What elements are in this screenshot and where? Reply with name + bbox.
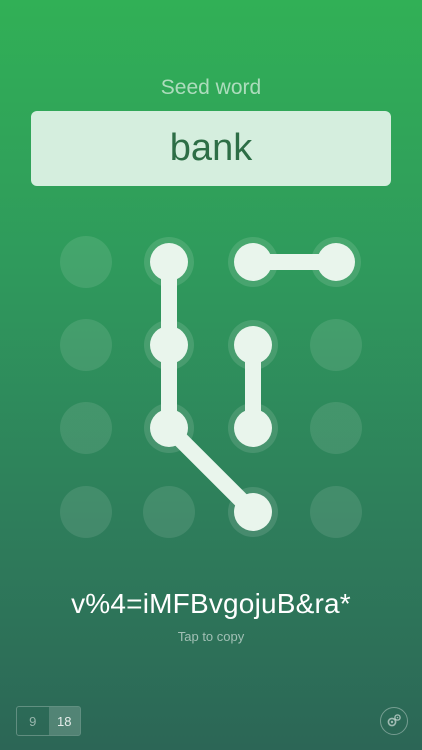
pattern-node-selected[interactable] (150, 326, 188, 364)
gears-icon (387, 714, 401, 727)
pattern-node-selected[interactable] (234, 493, 272, 531)
pattern-node-selected[interactable] (234, 243, 272, 281)
length-option-9[interactable]: 9 (17, 707, 49, 735)
settings-button[interactable] (380, 707, 408, 735)
pattern-dot[interactable] (60, 319, 112, 371)
pattern-dot[interactable] (310, 402, 362, 454)
pattern-node-selected[interactable] (234, 409, 272, 447)
pattern-dot[interactable] (60, 486, 112, 538)
pattern-stroke (161, 254, 261, 520)
pattern-node-selected[interactable] (317, 243, 355, 281)
pattern-dot[interactable] (143, 486, 195, 538)
pattern-grid[interactable] (0, 0, 422, 560)
pattern-node-selected[interactable] (150, 409, 188, 447)
length-option-18[interactable]: 18 (48, 707, 80, 735)
pattern-dot[interactable] (310, 319, 362, 371)
pattern-dot[interactable] (60, 236, 112, 288)
length-toggle[interactable]: 9 18 (16, 706, 81, 736)
generated-password[interactable]: v%4=iMFBvgojuB&ra* (0, 588, 422, 620)
tap-to-copy-hint: Tap to copy (177, 629, 245, 644)
pattern-dot[interactable] (310, 486, 362, 538)
pattern-node-selected[interactable] (150, 243, 188, 281)
pattern-node-selected[interactable] (234, 326, 272, 364)
pattern-dot[interactable] (60, 402, 112, 454)
